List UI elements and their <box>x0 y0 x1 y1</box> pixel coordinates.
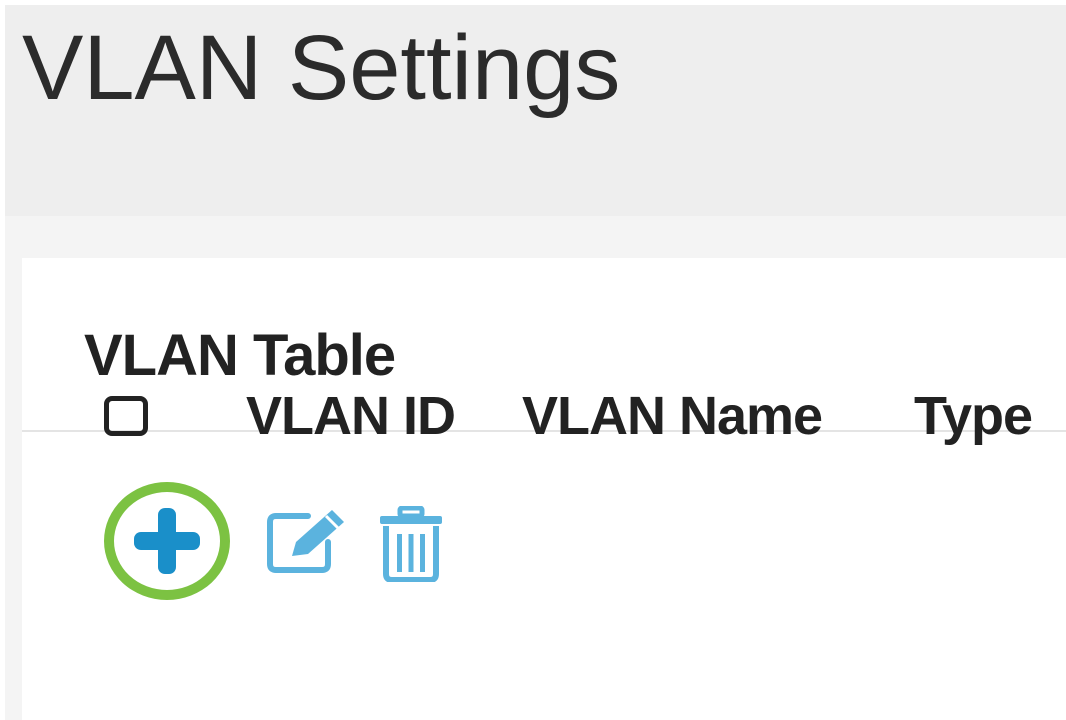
column-header-vlan-name[interactable]: VLAN Name <box>522 386 823 446</box>
panel-title: VLAN Table <box>84 323 396 388</box>
page-title: VLAN Settings <box>22 17 621 119</box>
select-all-checkbox[interactable] <box>104 396 148 436</box>
vlan-table-panel: VLAN Table <box>22 258 1066 720</box>
edit-button[interactable] <box>264 506 350 576</box>
add-button[interactable] <box>104 482 230 600</box>
delete-button[interactable] <box>378 505 444 583</box>
plus-icon <box>134 508 200 574</box>
edit-icon <box>267 510 344 573</box>
column-header-type[interactable]: Type <box>914 386 1033 446</box>
column-header-vlan-id[interactable]: VLAN ID <box>246 386 456 446</box>
page: VLAN Settings VLAN Table VLAN ID VLAN Na… <box>0 0 1066 720</box>
trash-icon <box>380 505 442 583</box>
